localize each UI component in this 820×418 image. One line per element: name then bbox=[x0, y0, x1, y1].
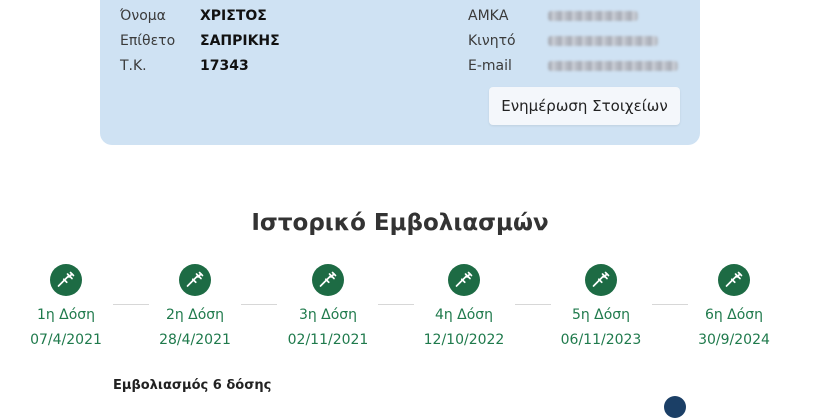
dose-label: 2η Δόση bbox=[165, 307, 225, 323]
dose-date: 30/9/2024 bbox=[698, 332, 770, 348]
name-value: ΧΡΙΣΤΟΣ bbox=[200, 8, 267, 24]
dose-label: 6η Δόση bbox=[704, 307, 764, 323]
expand-icon[interactable] bbox=[664, 396, 686, 418]
surname-value: ΣΑΠΡΙΚΗΣ bbox=[200, 33, 280, 49]
email-value-redacted bbox=[548, 61, 678, 71]
mobile-label: Κινητό bbox=[468, 33, 516, 49]
dose-date: 28/4/2021 bbox=[159, 332, 231, 348]
update-details-button[interactable]: Ενημέρωση Στοιχείων bbox=[489, 87, 680, 125]
dose-label: 5η Δόση bbox=[571, 307, 631, 323]
dose-timeline: 1η Δόση 07/4/2021 2η Δόση 28/4/2021 3η Δ… bbox=[0, 264, 820, 354]
syringe-icon bbox=[448, 264, 480, 296]
surname-label: Επίθετο bbox=[120, 33, 176, 49]
dose-step: 4η Δόση 12/10/2022 bbox=[409, 264, 519, 349]
dose-label: 4η Δόση bbox=[434, 307, 494, 323]
syringe-icon bbox=[50, 264, 82, 296]
dose-date: 07/4/2021 bbox=[30, 332, 102, 348]
postal-code-value: 17343 bbox=[200, 58, 249, 74]
dose-step: 6η Δόση 30/9/2024 bbox=[679, 264, 789, 349]
syringe-icon bbox=[179, 264, 211, 296]
email-label: E-mail bbox=[468, 58, 512, 74]
dose-step: 1η Δόση 07/4/2021 bbox=[11, 264, 121, 349]
syringe-icon bbox=[585, 264, 617, 296]
vaccination-section-label: Εμβολιασμός 6 δόσης bbox=[113, 378, 272, 393]
dose-date: 06/11/2023 bbox=[560, 332, 642, 348]
dose-step: 5η Δόση 06/11/2023 bbox=[546, 264, 656, 349]
amka-value-redacted bbox=[548, 11, 638, 21]
personal-info-card: Όνομα ΧΡΙΣΤΟΣ Επίθετο ΣΑΠΡΙΚΗΣ Τ.Κ. 1734… bbox=[100, 0, 700, 145]
dose-step: 3η Δόση 02/11/2021 bbox=[273, 264, 383, 349]
name-label: Όνομα bbox=[120, 8, 166, 24]
postal-code-label: Τ.Κ. bbox=[120, 58, 147, 74]
dose-label: 1η Δόση bbox=[36, 307, 96, 323]
dose-date: 02/11/2021 bbox=[287, 332, 369, 348]
syringe-icon bbox=[718, 264, 750, 296]
dose-step: 2η Δόση 28/4/2021 bbox=[140, 264, 250, 349]
syringe-icon bbox=[312, 264, 344, 296]
amka-label: ΑΜΚΑ bbox=[468, 8, 509, 24]
dose-date: 12/10/2022 bbox=[423, 332, 505, 348]
vaccination-history-title: Ιστορικό Εμβολιασμών bbox=[251, 210, 549, 236]
mobile-value-redacted bbox=[548, 36, 658, 46]
dose-label: 3η Δόση bbox=[298, 307, 358, 323]
